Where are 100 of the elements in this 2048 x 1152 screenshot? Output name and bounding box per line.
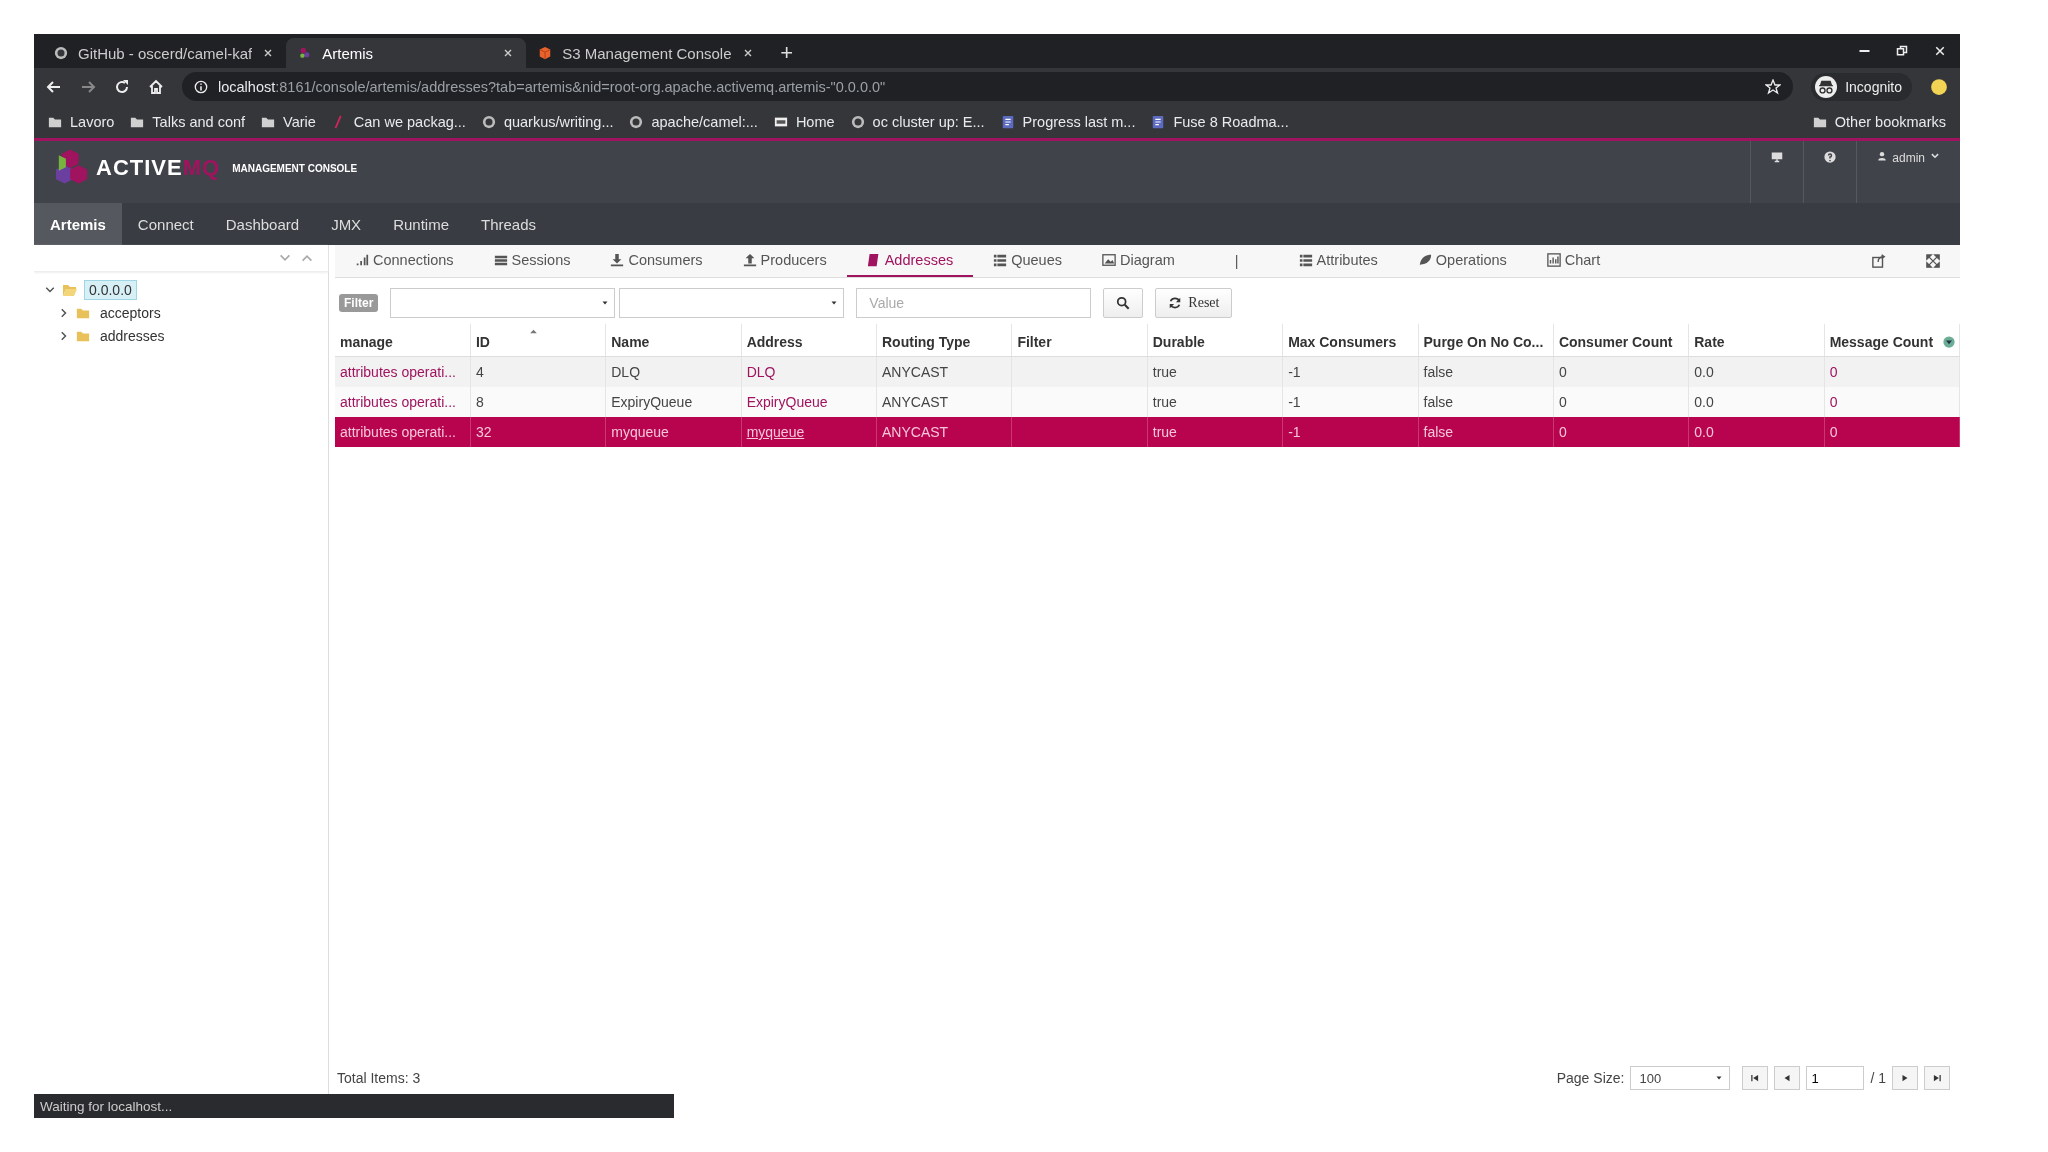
column-header[interactable]: Routing Type	[882, 334, 971, 350]
profile-button[interactable]: Incognito	[1811, 72, 1912, 101]
bookmark[interactable]: apache/camel:...	[629, 113, 758, 130]
bookmark[interactable]: Home	[773, 113, 835, 130]
bookmark[interactable]: quarkus/writing...	[481, 113, 614, 130]
list-icon	[993, 253, 1008, 267]
address-bar[interactable]: localhost:8161/console/artemis/addresses?tab=artemis&nid=root-org.apache.activemq.artemis-"0.0.0.0"	[182, 72, 1794, 101]
other-bookmarks[interactable]: Other bookmarks	[1812, 113, 1946, 130]
table-cell: -1	[1288, 364, 1301, 380]
column-header[interactable]: Filter	[1017, 334, 1052, 350]
table-cell: 0	[1558, 364, 1567, 380]
column-header[interactable]: ID	[475, 334, 490, 350]
table-cell: -1	[1288, 424, 1301, 440]
column-header[interactable]: Purge On No Co...	[1423, 334, 1544, 350]
sub-tab[interactable]: Diagram	[1082, 245, 1195, 277]
triangle-right-icon	[1900, 1073, 1910, 1083]
tree-node[interactable]: acceptors	[96, 303, 165, 322]
table-cell: false	[1423, 364, 1454, 380]
sub-tab[interactable]: Producers	[722, 245, 847, 277]
cube-icon	[538, 46, 553, 60]
column-header[interactable]: Rate	[1694, 334, 1725, 350]
sub-tab[interactable]: Addresses	[846, 245, 974, 277]
sub-tab[interactable]: Queues	[973, 245, 1082, 277]
document-icon	[1000, 114, 1015, 129]
table-cell: 0	[1558, 394, 1567, 410]
column-header[interactable]: Message Count	[1829, 334, 1934, 350]
nav-tab[interactable]: Dashboard	[209, 203, 316, 245]
nav-tab[interactable]: Artemis	[34, 203, 122, 245]
browser-tab[interactable]: GitHub - oscerd/camel-kaf	[42, 38, 287, 68]
bar-chart-icon	[355, 253, 369, 267]
value-field[interactable]: Value	[856, 288, 1092, 318]
search-button[interactable]	[1103, 288, 1144, 318]
list-icon	[1298, 253, 1313, 267]
fullscreen-icon	[1926, 254, 1940, 268]
column-header[interactable]: Address	[746, 334, 803, 350]
image-icon	[1102, 253, 1116, 267]
table-cell: true	[1152, 424, 1177, 440]
sub-tab[interactable]: Operations	[1397, 245, 1527, 277]
browser-tab[interactable]: S3 Management Console	[526, 38, 767, 68]
list-icon	[493, 253, 508, 267]
reset-button[interactable]: Reset	[1155, 288, 1233, 318]
table-cell: 0	[1558, 424, 1567, 440]
tree-node[interactable]: 0.0.0.0	[84, 279, 137, 300]
next-page-button[interactable]	[1892, 1066, 1918, 1090]
table-row[interactable]: attributes operati... 32 myqueue myqueue ANYCAST true -1 false 0 0.0 0	[335, 417, 1960, 447]
nav-tab[interactable]: Threads	[465, 203, 552, 245]
table-link[interactable]: attributes operati...	[340, 364, 456, 380]
column-header[interactable]: Durable	[1152, 334, 1205, 350]
table-link[interactable]: myqueue	[746, 424, 805, 440]
table-link[interactable]: attributes operati...	[340, 424, 456, 440]
octocat-icon	[850, 114, 865, 129]
share-icon	[1872, 254, 1886, 268]
table-cell: 0	[1829, 424, 1838, 440]
sub-tab[interactable]: Sessions	[473, 245, 591, 277]
bookmark[interactable]: Varie	[261, 113, 316, 130]
info-icon	[194, 79, 208, 94]
bookmark[interactable]: Talks and conf	[130, 113, 246, 130]
bookmark[interactable]: Progress last m...	[1000, 113, 1136, 130]
sub-tab[interactable]: Connections	[335, 245, 474, 277]
sub-tab[interactable]: Attributes	[1278, 245, 1398, 277]
filter-label: Filter	[339, 294, 379, 312]
total-items: Total Items: 3	[337, 1070, 421, 1086]
column-header[interactable]: Consumer Count	[1558, 334, 1673, 350]
minimize-icon	[1859, 50, 1870, 52]
bookmark[interactable]: Lavoro	[48, 113, 115, 130]
table-link[interactable]: ExpiryQueue	[746, 394, 828, 410]
page-size-select[interactable]: 100	[1630, 1066, 1731, 1090]
book-icon	[866, 253, 881, 267]
incognito-icon	[1815, 75, 1838, 98]
new-tab-button[interactable]: +	[780, 42, 794, 64]
browser-tab[interactable]: Artemis	[286, 38, 527, 68]
refresh-icon	[1168, 296, 1183, 310]
home-icon	[148, 78, 164, 95]
user-icon	[1877, 151, 1888, 161]
tree-node[interactable]: addresses	[96, 326, 169, 345]
table-cell: ANYCAST	[882, 424, 949, 440]
table-row[interactable]: attributes operati... 4 DLQ DLQ ANYCAST true -1 false 0 0.0 0	[335, 356, 1960, 387]
table-link[interactable]: attributes operati...	[340, 394, 456, 410]
table-link[interactable]: DLQ	[746, 364, 776, 380]
bookmark[interactable]: Fuse 8 Roadma...	[1151, 113, 1289, 130]
column-header[interactable]: Name	[611, 334, 650, 350]
previous-page-button[interactable]	[1774, 1066, 1801, 1090]
column-header[interactable]: Max Consumers	[1288, 334, 1397, 350]
sub-tab[interactable]: Consumers	[590, 245, 723, 277]
last-page-button[interactable]	[1924, 1066, 1950, 1090]
page-field[interactable]: 1	[1806, 1066, 1865, 1090]
monitor-icon	[1771, 151, 1784, 163]
reload-icon	[114, 78, 130, 95]
sub-tab[interactable]: Chart	[1526, 245, 1621, 277]
update-dot-icon	[1930, 77, 1948, 96]
first-page-button[interactable]	[1742, 1066, 1769, 1090]
nav-tab[interactable]: Connect	[121, 203, 210, 245]
column-header[interactable]: manage	[340, 334, 393, 350]
bookmark[interactable]: Can we packag...	[331, 113, 466, 130]
chevron-down-icon	[1930, 151, 1940, 161]
table-row[interactable]: attributes operati... 8 ExpiryQueue ExpiryQueue ANYCAST true -1 false 0 0.0 0	[335, 387, 1960, 417]
table-cell: ANYCAST	[882, 394, 949, 410]
nav-tab[interactable]: JMX	[315, 203, 378, 245]
nav-tab[interactable]: Runtime	[377, 203, 465, 245]
bookmark[interactable]: oc cluster up: E...	[850, 113, 985, 130]
